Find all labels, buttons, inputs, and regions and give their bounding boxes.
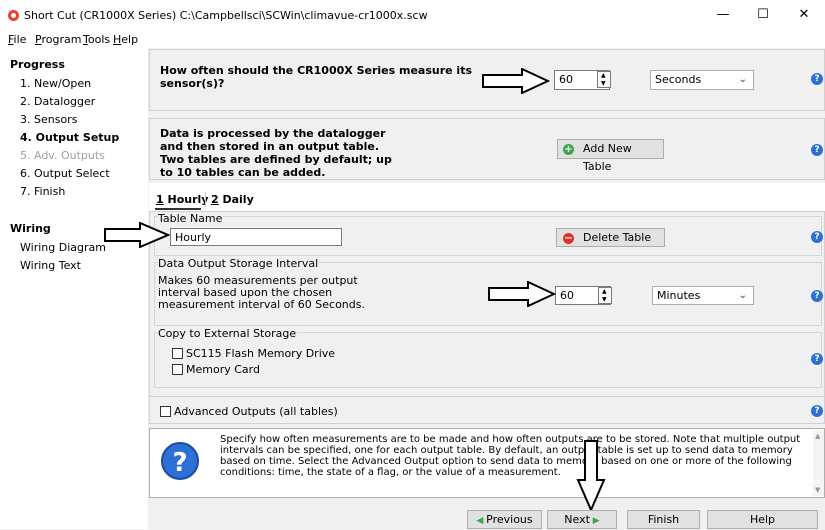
help-text-panel: ? Specify how often measurements are to … <box>149 428 825 498</box>
finish-button[interactable]: Finish <box>627 510 700 529</box>
sc115-checkbox[interactable] <box>172 348 183 359</box>
step-new-open[interactable]: 1. New/Open <box>20 77 91 90</box>
delete-table-label: Delete Table <box>583 231 652 244</box>
table-name-input[interactable]: Hourly <box>170 228 342 246</box>
menu-program[interactable]: Program <box>35 32 81 48</box>
measure-spinner[interactable] <box>597 71 611 88</box>
window-title: Short Cut (CR1000X Series) C:\Campbellsc… <box>24 9 428 22</box>
arrow-right-icon: ▶ <box>589 516 600 526</box>
delete-table-button[interactable]: − Delete Table <box>556 228 665 247</box>
step-finish[interactable]: 7. Finish <box>20 185 65 198</box>
tab-active-underline <box>155 208 201 210</box>
step-adv-outputs: 5. Adv. Outputs <box>20 149 105 162</box>
maximize-button[interactable]: ☐ <box>746 4 780 26</box>
menu-file[interactable]: File <box>8 32 26 48</box>
help-icon[interactable]: ? <box>811 73 823 85</box>
help-icon[interactable]: ? <box>811 231 823 243</box>
interval-description: Makes 60 measurements per output interva… <box>158 274 365 311</box>
menu-tools[interactable]: Tools <box>83 32 110 48</box>
step-output-setup[interactable]: 4. Output Setup <box>20 131 119 144</box>
wiring-diagram-link[interactable]: Wiring Diagram <box>20 241 106 254</box>
output-unit-value: Minutes <box>657 289 701 302</box>
add-new-table-label: Add New Table <box>583 142 632 173</box>
pointer-arrow-down-icon <box>576 440 606 512</box>
previous-button[interactable]: ◀ Previous <box>467 510 542 529</box>
menu-file-rest: ile <box>13 33 27 46</box>
external-storage-label: Copy to External Storage <box>157 327 298 340</box>
tab-daily-key: 2 <box>211 193 219 206</box>
tab-daily[interactable]: 2 Daily <box>211 193 254 206</box>
next-label: Next <box>564 513 590 526</box>
close-button[interactable]: ✕ <box>787 4 821 26</box>
menu-tools-rest: ools <box>87 33 111 46</box>
measure-unit-select[interactable]: Seconds ⌄ <box>650 70 754 90</box>
table-info-panel: Data is processed by the datalogger and … <box>149 118 825 180</box>
title-bar: Short Cut (CR1000X Series) C:\Campbellsc… <box>0 0 825 32</box>
help-icon[interactable]: ? <box>811 144 823 156</box>
sc115-label: SC115 Flash Memory Drive <box>186 347 336 360</box>
step-datalogger[interactable]: 2. Datalogger <box>20 95 95 108</box>
table-settings-panel: Table Name Hourly − Delete Table ? Data … <box>149 211 825 424</box>
advanced-outputs-label: Advanced Outputs (all tables) <box>174 405 338 418</box>
menu-bar: File Program Tools Help <box>0 32 825 48</box>
help-button[interactable]: Help <box>707 510 818 529</box>
measure-unit-value: Seconds <box>655 73 702 86</box>
menu-help[interactable]: Help <box>113 32 138 48</box>
tab-divider <box>205 192 206 207</box>
progress-heading: Progress <box>10 58 65 71</box>
output-interval-spinner[interactable] <box>598 287 612 304</box>
tab-daily-label: Daily <box>218 193 254 206</box>
memory-card-checkbox[interactable] <box>172 364 183 375</box>
menu-program-rest: rogram <box>41 33 82 46</box>
pointer-arrow-icon <box>104 222 170 248</box>
help-icon[interactable]: ? <box>811 290 823 302</box>
delete-icon: − <box>563 233 574 244</box>
tab-hourly[interactable]: 1 Hourly <box>156 193 208 206</box>
tab-hourly-key: 1 <box>156 193 164 206</box>
chevron-down-icon: ⌄ <box>738 74 747 85</box>
question-icon: ? <box>161 442 199 480</box>
arrow-left-icon: ◀ <box>476 516 487 526</box>
interval-label: Data Output Storage Interval <box>157 257 320 270</box>
help-icon[interactable]: ? <box>811 353 823 365</box>
tab-hourly-label: Hourly <box>163 193 209 206</box>
advanced-outputs-checkbox[interactable] <box>160 406 171 417</box>
help-text: Specify how often measurements are to be… <box>220 434 801 478</box>
step-output-select[interactable]: 6. Output Select <box>20 167 110 180</box>
app-logo-icon <box>8 10 19 21</box>
help-icon[interactable]: ? <box>811 405 823 417</box>
scroll-down-icon[interactable]: ▼ <box>815 486 820 494</box>
output-unit-select[interactable]: Minutes ⌄ <box>652 286 754 305</box>
minimize-button[interactable]: — <box>706 4 740 26</box>
add-new-table-button[interactable]: + Add New Table <box>557 139 664 173</box>
table-info-text: Data is processed by the datalogger and … <box>160 127 392 179</box>
previous-label: Previous <box>486 513 533 526</box>
menu-help-rest: elp <box>121 33 139 46</box>
scroll-up-icon[interactable]: ▲ <box>815 432 820 440</box>
tab-strip: 1 Hourly 2 Daily <box>149 183 825 211</box>
pointer-arrow-icon <box>488 281 556 307</box>
divider <box>150 396 825 397</box>
step-sensors[interactable]: 3. Sensors <box>20 113 77 126</box>
wiring-heading: Wiring <box>10 222 51 235</box>
measure-question: How often should the CR1000X Series meas… <box>160 64 472 90</box>
add-icon: + <box>563 144 574 155</box>
chevron-down-icon: ⌄ <box>738 290 747 301</box>
next-button[interactable]: Next ▶ <box>547 510 617 529</box>
memory-card-label: Memory Card <box>186 363 260 376</box>
pointer-arrow-icon <box>482 68 550 94</box>
progress-sidebar: Progress 1. New/Open 2. Datalogger 3. Se… <box>0 48 148 529</box>
external-storage-group <box>154 332 822 388</box>
wiring-text-link[interactable]: Wiring Text <box>20 259 81 272</box>
